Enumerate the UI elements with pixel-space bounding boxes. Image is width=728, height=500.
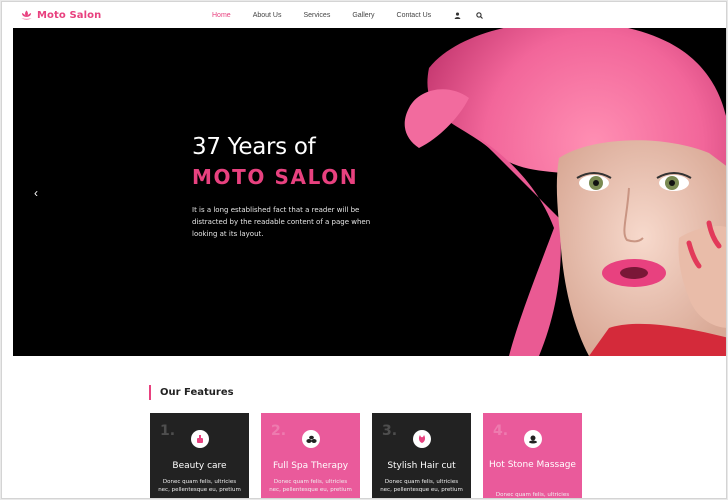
- nav-about-us[interactable]: About Us: [253, 12, 282, 19]
- feature-card-stylish-hair-cut[interactable]: 3. Stylish Hair cut Donec quam felis, ul…: [372, 413, 471, 498]
- page-frame: Moto Salon Home About Us Services Galler…: [1, 1, 727, 499]
- card-description: Donec quam felis, ultricies nec, pellent…: [269, 479, 352, 493]
- feature-card-hot-stone-massage[interactable]: 4. Hot Stone Massage Donec quam felis, u…: [483, 413, 582, 498]
- hero-text-block: 37 Years of MOTO SALON It is a long esta…: [192, 132, 392, 240]
- hero-heading: 37 Years of: [192, 134, 316, 160]
- feature-card-beauty-care[interactable]: 1. Beauty care Donec quam felis, ultrici…: [150, 413, 249, 498]
- user-icon[interactable]: [453, 11, 461, 19]
- card-number: 2.: [271, 423, 287, 439]
- search-icon[interactable]: [475, 11, 483, 19]
- hot-stone-icon: [524, 430, 542, 448]
- card-number: 1.: [160, 423, 176, 439]
- nav-gallery[interactable]: Gallery: [352, 12, 374, 19]
- features-title: Our Features: [149, 385, 234, 400]
- card-title: Hot Stone Massage: [489, 460, 576, 470]
- nav-home[interactable]: Home: [212, 12, 231, 19]
- hair-cut-icon: [413, 430, 431, 448]
- beauty-care-icon: [191, 430, 209, 448]
- main-nav: Home About Us Services Gallery Contact U…: [212, 11, 497, 19]
- card-number: 4.: [493, 423, 509, 439]
- feature-cards: 1. Beauty care Donec quam felis, ultrici…: [150, 413, 594, 498]
- card-title: Full Spa Therapy: [272, 461, 349, 471]
- logo[interactable]: Moto Salon: [20, 9, 101, 21]
- card-number: 3.: [382, 423, 398, 439]
- card-description: Donec quam felis, ultricies nec, pellent…: [495, 492, 570, 498]
- card-description: Donec quam felis, ultricies nec, pellent…: [380, 479, 463, 493]
- feature-card-full-spa-therapy[interactable]: 2. Full Spa Therapy Donec quam felis, ul…: [261, 413, 360, 498]
- spa-stones-icon: [302, 430, 320, 448]
- hero-subheading: MOTO SALON: [192, 165, 359, 189]
- logo-text: Moto Salon: [37, 9, 102, 21]
- nav-services[interactable]: Services: [303, 12, 330, 19]
- slider-prev-arrow[interactable]: ‹: [31, 186, 41, 200]
- lotus-logo-icon: [21, 10, 32, 20]
- card-description: Donec quam felis, ultricies nec, pellent…: [158, 479, 241, 493]
- card-title: Beauty care: [172, 461, 227, 471]
- hero-slider: ‹ 37 Years of MOTO SALON It is a long es…: [13, 28, 726, 356]
- hero-description: It is a long established fact that a rea…: [192, 206, 371, 238]
- card-title: Stylish Hair cut: [387, 461, 456, 471]
- nav-contact-us[interactable]: Contact Us: [397, 12, 432, 19]
- hero-model-image: [404, 28, 726, 356]
- site-header: Moto Salon Home About Us Services Galler…: [2, 2, 726, 28]
